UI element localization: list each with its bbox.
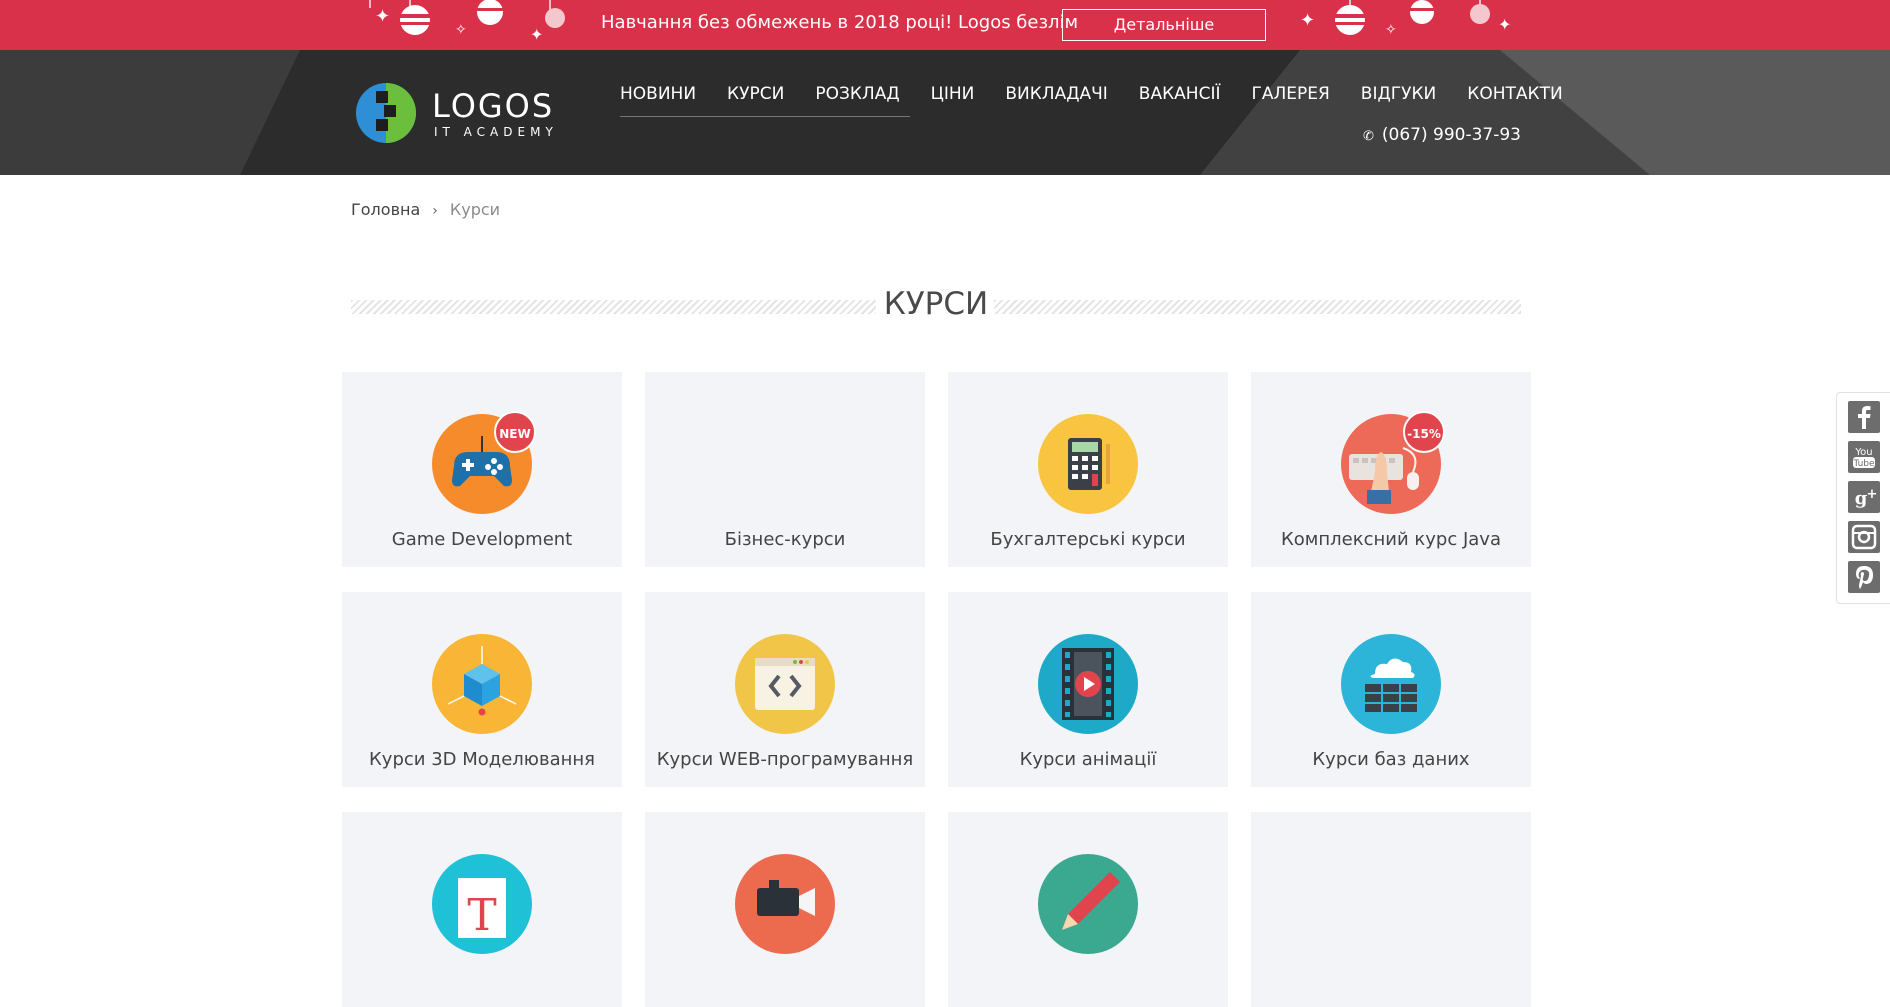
logo-wordmark: LOGOS	[432, 87, 555, 125]
facebook-icon[interactable]	[1848, 401, 1880, 433]
3d-cube-icon	[432, 634, 532, 734]
nav-gallery[interactable]: ГАЛЕРЕЯ	[1251, 84, 1329, 104]
video-camera-icon	[735, 854, 835, 954]
logo-mark-icon	[356, 83, 416, 143]
phone-number[interactable]: ✆ (067) 990-37-93	[1363, 125, 1521, 145]
course-label: Курси 3D Моделювання	[369, 749, 595, 770]
section-header: КУРСИ	[351, 286, 1521, 328]
text-tool-icon: T	[432, 854, 532, 954]
course-card-accounting[interactable]: Бухгалтерські курси	[948, 372, 1228, 567]
svg-text:+: +	[1867, 487, 1878, 502]
svg-text:✦: ✦	[530, 25, 543, 44]
course-label: Бухгалтерські курси	[990, 529, 1186, 550]
course-label: Бізнес-курси	[724, 529, 846, 550]
breadcrumb-separator: ›	[432, 203, 438, 219]
phone-text: (067) 990-37-93	[1381, 125, 1521, 145]
course-card-web[interactable]: Курси WEB-програмування	[645, 592, 925, 787]
pinterest-icon[interactable]	[1848, 561, 1880, 593]
christmas-ornaments-right: ✦ ✧ ✦	[1300, 0, 1511, 38]
page-title: КУРСИ	[883, 286, 989, 322]
course-label: Курси анімації	[1019, 749, 1157, 770]
svg-text:✧: ✧	[1385, 22, 1397, 38]
main-nav: НОВИНИ КУРСИ РОЗКЛАД ЦІНИ ВИКЛАДАЧІ ВАКА…	[620, 84, 1563, 104]
pencil-icon	[1038, 854, 1138, 954]
course-card-business[interactable]: Бізнес-курси	[645, 372, 925, 567]
svg-text:✧: ✧	[455, 22, 467, 38]
film-play-icon	[1038, 634, 1138, 734]
course-card-java[interactable]: -15% Комплексний курс Java	[1251, 372, 1531, 567]
nav-contacts[interactable]: КОНТАКТИ	[1467, 84, 1562, 104]
svg-text:✦: ✦	[375, 6, 390, 27]
nav-courses[interactable]: КУРСИ	[727, 84, 784, 104]
nav-teachers[interactable]: ВИКЛАДАЧІ	[1005, 84, 1107, 104]
nav-vacancies[interactable]: ВАКАНСІЇ	[1139, 84, 1221, 104]
breadcrumb-home[interactable]: Головна	[351, 200, 420, 219]
breadcrumb-current: Курси	[449, 200, 501, 219]
promo-details-button[interactable]: Детальніше	[1062, 9, 1266, 41]
nav-reviews[interactable]: ВІДГУКИ	[1361, 84, 1436, 104]
phone-icon: ✆	[1362, 129, 1374, 144]
instagram-icon[interactable]	[1848, 521, 1880, 553]
course-card-typography[interactable]: T	[342, 812, 622, 1007]
course-label: Game Development	[391, 529, 573, 550]
header-background	[0, 50, 1890, 175]
course-card-video[interactable]	[645, 812, 925, 1007]
svg-text:✦: ✦	[1300, 10, 1315, 31]
google-plus-icon[interactable]: g +	[1848, 481, 1880, 513]
course-label: Курси WEB-програмування	[656, 749, 914, 770]
nav-news[interactable]: НОВИНИ	[620, 84, 696, 104]
nav-schedule[interactable]: РОЗКЛАД	[815, 84, 899, 104]
course-card-empty[interactable]	[1251, 812, 1531, 1007]
youtube-icon[interactable]: You Tube	[1848, 441, 1880, 473]
course-card-3d-modeling[interactable]: Курси 3D Моделювання	[342, 592, 622, 787]
cloud-server-icon	[1341, 634, 1441, 734]
new-badge: NEW	[494, 411, 536, 453]
christmas-ornaments-left: ✦ ✧ ✦	[369, 0, 565, 44]
logo-subtitle: IT ACADEMY	[434, 125, 558, 139]
calculator-icon	[1038, 414, 1138, 514]
svg-text:Tube: Tube	[1852, 459, 1875, 469]
discount-badge: -15%	[1403, 411, 1445, 453]
promo-text: Навчання без обмежень в 2018 році! Logos…	[601, 12, 1079, 33]
course-card-game-development[interactable]: NEW Game Development	[342, 372, 622, 567]
breadcrumb: Головна › Курси	[351, 200, 500, 219]
code-window-icon	[735, 634, 835, 734]
course-card-databases[interactable]: Курси баз даних	[1251, 592, 1531, 787]
social-sidebar: You Tube g +	[1836, 392, 1890, 604]
site-header: LOGOS IT ACADEMY НОВИНИ КУРСИ РОЗКЛАД ЦІ…	[0, 50, 1890, 175]
svg-text:✦: ✦	[1498, 15, 1511, 34]
nav-prices[interactable]: ЦІНИ	[931, 84, 975, 104]
course-card-drawing[interactable]	[948, 812, 1228, 1007]
course-card-animation[interactable]: Курси анімації	[948, 592, 1228, 787]
logo[interactable]: LOGOS IT ACADEMY	[354, 81, 584, 145]
svg-text:T: T	[467, 890, 496, 941]
course-label: Курси баз даних	[1312, 749, 1470, 770]
svg-text:You: You	[1854, 447, 1872, 458]
nav-active-underline	[620, 116, 910, 117]
promo-banner: ✦ ✧ ✦ ✦ ✧ ✦ Навчання без обмежень в 2018…	[0, 0, 1890, 50]
course-label: Комплексний курс Java	[1281, 529, 1501, 550]
